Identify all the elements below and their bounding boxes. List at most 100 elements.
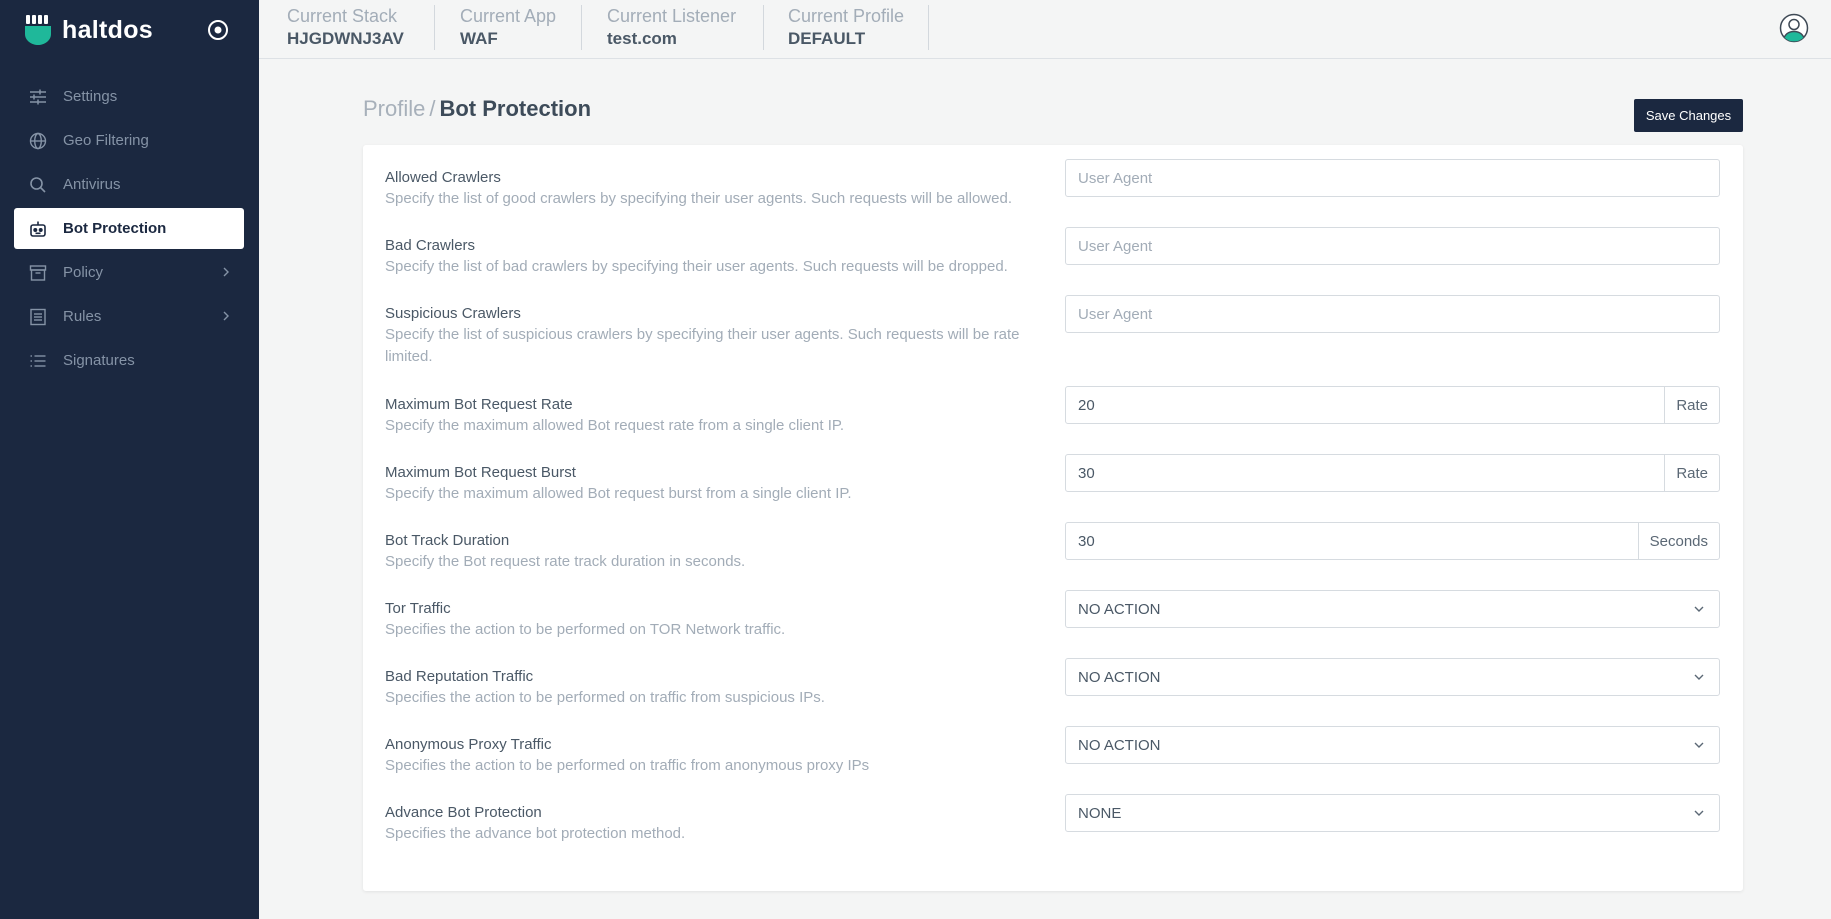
chevron-right-icon bbox=[223, 311, 229, 321]
current-stack-label: Current Stack bbox=[287, 6, 398, 26]
current-app-value: WAF bbox=[460, 29, 498, 48]
bot-track-duration-input[interactable] bbox=[1066, 523, 1638, 559]
suspicious-crawlers-field bbox=[1065, 295, 1720, 333]
field-description: Specifies the action to be performed on … bbox=[385, 689, 825, 706]
sidebar-item-label: Rules bbox=[63, 308, 102, 325]
field-description: Specify the list of bad crawlers by spec… bbox=[385, 258, 1008, 275]
max-bot-request-rate-input[interactable] bbox=[1066, 387, 1665, 423]
header-divider bbox=[928, 5, 929, 50]
robot-icon bbox=[30, 221, 46, 237]
advance-bot-protection-select[interactable]: NONE bbox=[1065, 794, 1720, 832]
save-changes-button[interactable]: Save Changes bbox=[1634, 99, 1743, 132]
bad-crawlers-field bbox=[1065, 227, 1720, 265]
sidebar-item-label: Bot Protection bbox=[63, 220, 167, 237]
current-app-label: Current App bbox=[460, 6, 557, 26]
unit-addon: Rate bbox=[1664, 455, 1719, 491]
field-description: Specify the maximum allowed Bot request … bbox=[385, 417, 845, 434]
sidebar-item-label: Antivirus bbox=[63, 176, 121, 193]
field-description: Specifies the advance bot protection met… bbox=[385, 825, 686, 842]
field-title: Allowed Crawlers bbox=[385, 169, 501, 186]
page-title: Bot Protection bbox=[439, 96, 592, 121]
chevron-down-icon bbox=[1694, 606, 1704, 612]
field-title: Bad Crawlers bbox=[385, 237, 476, 254]
bad-reputation-traffic-select[interactable]: NO ACTION bbox=[1065, 658, 1720, 696]
target-icon[interactable] bbox=[207, 19, 229, 41]
breadcrumb-separator: / bbox=[429, 96, 436, 121]
current-profile-value: DEFAULT bbox=[788, 29, 866, 48]
list-box-icon bbox=[30, 308, 46, 325]
current-profile-label: Current Profile bbox=[788, 6, 905, 26]
chevron-down-icon bbox=[1694, 674, 1704, 680]
field-title: Suspicious Crawlers bbox=[385, 305, 521, 322]
sidebar-item-label: Signatures bbox=[63, 352, 135, 369]
field-description: Specifies the action to be performed on … bbox=[385, 757, 870, 774]
bad-crawlers-input[interactable] bbox=[1066, 228, 1719, 264]
brand-name: haltdos bbox=[62, 15, 153, 44]
sidebar-nav: Settings Geo Filtering Antivirus Bot Pro… bbox=[14, 76, 244, 384]
current-stack[interactable]: Current Stack HJGDWNJ3AV bbox=[287, 6, 404, 50]
globe-icon bbox=[29, 132, 47, 149]
sliders-icon bbox=[30, 89, 46, 104]
sidebar-item-label: Settings bbox=[63, 88, 118, 105]
allowed-crawlers-field bbox=[1065, 159, 1720, 197]
sidebar-item-label: Policy bbox=[63, 264, 104, 281]
sidebar-item-geo-filtering[interactable]: Geo Filtering bbox=[14, 120, 244, 161]
bot-track-duration-field: Seconds bbox=[1065, 522, 1720, 560]
sidebar-item-bot-protection[interactable]: Bot Protection bbox=[14, 208, 244, 249]
allowed-crawlers-input[interactable] bbox=[1066, 160, 1719, 196]
tor-traffic-select[interactable]: NO ACTION bbox=[1065, 590, 1720, 628]
breadcrumb-parent[interactable]: Profile bbox=[363, 96, 425, 121]
max-bot-request-burst-field: Rate bbox=[1065, 454, 1720, 492]
bot-protection-form: Allowed Crawlers Specify the list of goo… bbox=[363, 145, 1743, 891]
header-divider bbox=[763, 5, 764, 50]
anonymous-proxy-traffic-select[interactable]: NO ACTION bbox=[1065, 726, 1720, 764]
select-value: NO ACTION bbox=[1078, 668, 1161, 686]
archive-icon bbox=[29, 264, 47, 281]
sidebar-item-settings[interactable]: Settings bbox=[14, 76, 244, 117]
field-title: Advance Bot Protection bbox=[385, 804, 542, 821]
field-title: Bot Track Duration bbox=[385, 532, 510, 549]
field-title: Anonymous Proxy Traffic bbox=[385, 736, 552, 753]
field-title: Maximum Bot Request Rate bbox=[385, 396, 573, 413]
header-divider bbox=[434, 5, 435, 50]
max-bot-request-rate-field: Rate bbox=[1065, 386, 1720, 424]
current-listener-label: Current Listener bbox=[607, 6, 737, 26]
field-description: Specify the maximum allowed Bot request … bbox=[385, 485, 852, 502]
field-title: Bad Reputation Traffic bbox=[385, 668, 534, 685]
sidebar: haltdos Settings Geo Filtering Antivirus bbox=[0, 0, 259, 919]
sidebar-item-policy[interactable]: Policy bbox=[14, 252, 244, 293]
top-header: Current Stack HJGDWNJ3AV Current App WAF… bbox=[259, 0, 1831, 59]
unit-addon: Rate bbox=[1664, 387, 1719, 423]
chevron-down-icon bbox=[1694, 742, 1704, 748]
select-value: NONE bbox=[1078, 804, 1122, 822]
max-bot-request-burst-input[interactable] bbox=[1066, 455, 1665, 491]
sidebar-item-rules[interactable]: Rules bbox=[14, 296, 244, 337]
field-title: Tor Traffic bbox=[385, 600, 451, 617]
haltdos-logo-icon bbox=[25, 15, 51, 45]
chevron-down-icon bbox=[1694, 810, 1704, 816]
brand[interactable]: haltdos bbox=[24, 14, 153, 46]
sidebar-item-signatures[interactable]: Signatures bbox=[14, 340, 244, 381]
chevron-right-icon bbox=[223, 267, 229, 277]
list-icon bbox=[30, 354, 46, 367]
breadcrumb: Profile / Bot Protection bbox=[363, 96, 591, 122]
current-profile[interactable]: Current Profile DEFAULT bbox=[788, 6, 904, 50]
current-app[interactable]: Current App WAF bbox=[460, 6, 556, 50]
field-description: Specifies the action to be performed on … bbox=[385, 621, 786, 638]
field-title: Maximum Bot Request Burst bbox=[385, 464, 576, 481]
unit-addon: Seconds bbox=[1637, 523, 1719, 559]
search-icon bbox=[30, 176, 46, 193]
suspicious-crawlers-input[interactable] bbox=[1066, 296, 1719, 332]
select-value: NO ACTION bbox=[1078, 736, 1161, 754]
field-description: Specify the list of good crawlers by spe… bbox=[385, 190, 1012, 207]
current-listener[interactable]: Current Listener test.com bbox=[607, 6, 736, 50]
select-value: NO ACTION bbox=[1078, 600, 1161, 618]
current-listener-value: test.com bbox=[607, 29, 677, 48]
field-description: Specify the list of suspicious crawlers … bbox=[385, 326, 1020, 365]
field-description: Specify the Bot request rate track durat… bbox=[385, 553, 746, 570]
current-stack-value: HJGDWNJ3AV bbox=[287, 29, 404, 48]
header-divider bbox=[581, 5, 582, 50]
sidebar-item-label: Geo Filtering bbox=[63, 132, 149, 149]
user-avatar-icon[interactable] bbox=[1779, 13, 1809, 43]
sidebar-item-antivirus[interactable]: Antivirus bbox=[14, 164, 244, 205]
